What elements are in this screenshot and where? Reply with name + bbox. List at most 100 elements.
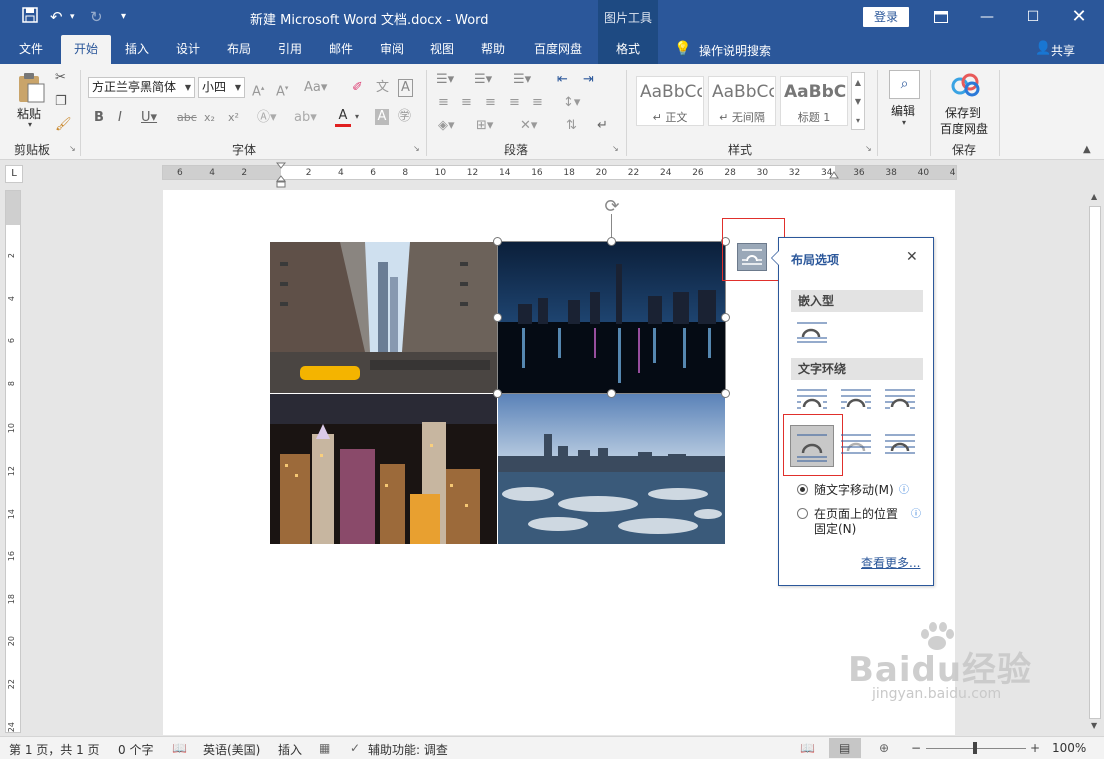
word-count[interactable]: 0 个字 xyxy=(118,741,153,758)
justify-icon[interactable]: ≡ xyxy=(509,95,520,111)
wrap-tight-icon[interactable] xyxy=(840,387,872,415)
paste-icon[interactable] xyxy=(16,72,46,104)
photo-skyline-ice-river[interactable] xyxy=(498,394,725,544)
minimize-icon[interactable]: — xyxy=(964,0,1010,35)
layout-options-button[interactable] xyxy=(737,243,767,271)
styles-launcher-icon[interactable]: ↘ xyxy=(865,144,872,153)
web-layout-icon[interactable]: ⊕ xyxy=(879,741,889,755)
font-launcher-icon[interactable]: ↘ xyxy=(413,144,420,153)
close-icon[interactable]: ✕ xyxy=(906,249,918,265)
copy-icon[interactable]: ❐ xyxy=(55,94,67,110)
font-family-select[interactable]: 方正兰亭黑简体 ▼ xyxy=(88,77,195,98)
tab-references[interactable]: 引用 xyxy=(268,35,312,64)
read-mode-icon[interactable]: 📖 xyxy=(800,741,815,755)
accessibility-status[interactable]: 辅助功能: 调查 xyxy=(368,741,448,758)
change-case-icon[interactable]: Aa▾ xyxy=(304,80,327,96)
align-left-icon[interactable]: ≡ xyxy=(438,95,449,111)
styles-gallery-scroll[interactable]: ▲ ▼ ▾ xyxy=(851,72,865,130)
bold-icon[interactable]: B xyxy=(94,110,104,126)
paragraph-launcher-icon[interactable]: ↘ xyxy=(612,144,619,153)
increase-indent-icon[interactable]: ⇥ xyxy=(583,72,594,88)
tab-selector-icon[interactable]: L xyxy=(5,165,23,183)
tab-baidu-netdisk[interactable]: 百度网盘 xyxy=(526,35,590,64)
customize-quick-access-icon[interactable]: ▾ xyxy=(121,7,126,27)
tab-layout[interactable]: 布局 xyxy=(217,35,261,64)
resize-handle-top[interactable] xyxy=(607,237,616,246)
superscript-icon[interactable]: x² xyxy=(228,110,239,126)
resize-handle-bottom-right[interactable] xyxy=(721,389,730,398)
rotate-handle-icon[interactable]: ⟳ xyxy=(601,196,623,218)
wrap-through-icon[interactable] xyxy=(884,387,916,415)
distributed-icon[interactable]: ≡ xyxy=(532,95,543,111)
fix-position-radio[interactable] xyxy=(797,508,808,519)
character-border-icon[interactable]: A xyxy=(398,79,413,97)
tab-home[interactable]: 开始 xyxy=(61,35,111,64)
clipboard-launcher-icon[interactable]: ↘ xyxy=(69,144,76,153)
accessibility-icon[interactable]: ✓ xyxy=(350,741,360,755)
resize-handle-bottom[interactable] xyxy=(607,389,616,398)
share-person-icon[interactable]: 👤 xyxy=(1035,41,1051,56)
baidu-netdisk-icon[interactable] xyxy=(950,72,982,98)
ribbon-display-options-icon[interactable] xyxy=(918,0,964,35)
highlight-icon[interactable]: ab▾ xyxy=(294,110,317,126)
insert-mode[interactable]: 插入 xyxy=(278,741,302,758)
vertical-scrollbar[interactable]: ▲ ▼ xyxy=(1087,190,1104,735)
font-size-select[interactable]: 小四 ▼ xyxy=(198,77,245,98)
wrap-square-icon[interactable] xyxy=(796,387,828,415)
undo-dropdown-icon[interactable]: ▾ xyxy=(70,7,75,27)
shading-icon[interactable]: ◈▾ xyxy=(438,118,455,134)
page-count[interactable]: 第 1 页，共 1 页 xyxy=(9,741,100,758)
align-center-icon[interactable]: ≡ xyxy=(461,95,472,111)
tab-mailings[interactable]: 邮件 xyxy=(319,35,363,64)
tab-view[interactable]: 视图 xyxy=(420,35,464,64)
multilevel-list-icon[interactable]: ☰▾ xyxy=(513,72,531,88)
format-painter-icon[interactable]: 🖌 xyxy=(55,117,72,133)
style-normal[interactable]: AaBbCcI ↵ 正文 xyxy=(636,76,704,126)
tab-file[interactable]: 文件 xyxy=(8,35,54,64)
enclose-characters-icon[interactable]: ㊫ xyxy=(398,109,411,125)
share-button[interactable]: 共享 xyxy=(1051,42,1075,59)
wrap-top-bottom-icon[interactable] xyxy=(790,425,834,467)
move-with-text-radio[interactable] xyxy=(797,484,808,495)
numbering-icon[interactable]: ☰▾ xyxy=(474,72,492,88)
subscript-icon[interactable]: x₂ xyxy=(204,110,215,126)
search-icon[interactable]: ⌕ xyxy=(889,70,920,99)
see-more-link[interactable]: 查看更多... xyxy=(861,554,920,571)
asian-layout-icon[interactable]: ✕▾ xyxy=(520,118,537,134)
editing-dropdown-icon[interactable]: ▾ xyxy=(902,118,906,127)
shrink-font-icon[interactable]: A▾ xyxy=(276,80,288,100)
show-hide-marks-icon[interactable]: ↵ xyxy=(597,118,608,134)
bullets-icon[interactable]: ☰▾ xyxy=(436,72,454,88)
move-with-text-label[interactable]: 随文字移动(M) xyxy=(814,481,894,498)
redo-icon[interactable]: ↻ xyxy=(90,7,103,27)
font-color-dropdown-icon[interactable]: ▾ xyxy=(355,112,359,121)
photo-city-street[interactable] xyxy=(270,242,497,393)
fix-position-label-line2[interactable]: 固定(N) xyxy=(814,520,856,537)
login-button[interactable]: 登录 xyxy=(863,7,909,27)
decrease-indent-icon[interactable]: ⇤ xyxy=(557,72,568,88)
line-spacing-icon[interactable]: ↕▾ xyxy=(563,95,580,111)
undo-icon[interactable]: ↶ xyxy=(50,7,63,27)
tab-format[interactable]: 格式 xyxy=(598,35,658,64)
style-heading-1[interactable]: AaBbC 标题 1 xyxy=(780,76,848,126)
macro-icon[interactable]: ▦ xyxy=(319,741,330,755)
save-icon[interactable] xyxy=(22,7,38,28)
tab-review[interactable]: 审阅 xyxy=(370,35,414,64)
resize-handle-bottom-left[interactable] xyxy=(493,389,502,398)
print-layout-icon[interactable]: ▤ xyxy=(839,741,850,755)
resize-handle-right[interactable] xyxy=(721,313,730,322)
vertical-ruler[interactable]: 2 4 6 8 10 12 14 16 18 20 22 24 xyxy=(5,190,21,733)
zoom-out-icon[interactable]: − xyxy=(911,741,921,755)
maximize-icon[interactable]: ☐ xyxy=(1010,0,1056,35)
collapse-ribbon-icon[interactable]: ▲ xyxy=(1083,144,1091,155)
info-icon[interactable]: ⓘ xyxy=(899,481,909,496)
font-color-icon[interactable]: A xyxy=(335,108,351,127)
info-icon[interactable]: ⓘ xyxy=(911,505,921,520)
tell-me-search[interactable]: 操作说明搜索 xyxy=(699,42,771,59)
italic-icon[interactable]: I xyxy=(118,110,122,126)
phonetic-guide-icon[interactable]: 文 xyxy=(376,80,389,96)
tab-help[interactable]: 帮助 xyxy=(471,35,515,64)
sort-icon[interactable]: ⇅ xyxy=(566,118,577,134)
wrap-inline-icon[interactable] xyxy=(796,320,828,348)
character-shading-icon[interactable]: A xyxy=(375,109,389,125)
